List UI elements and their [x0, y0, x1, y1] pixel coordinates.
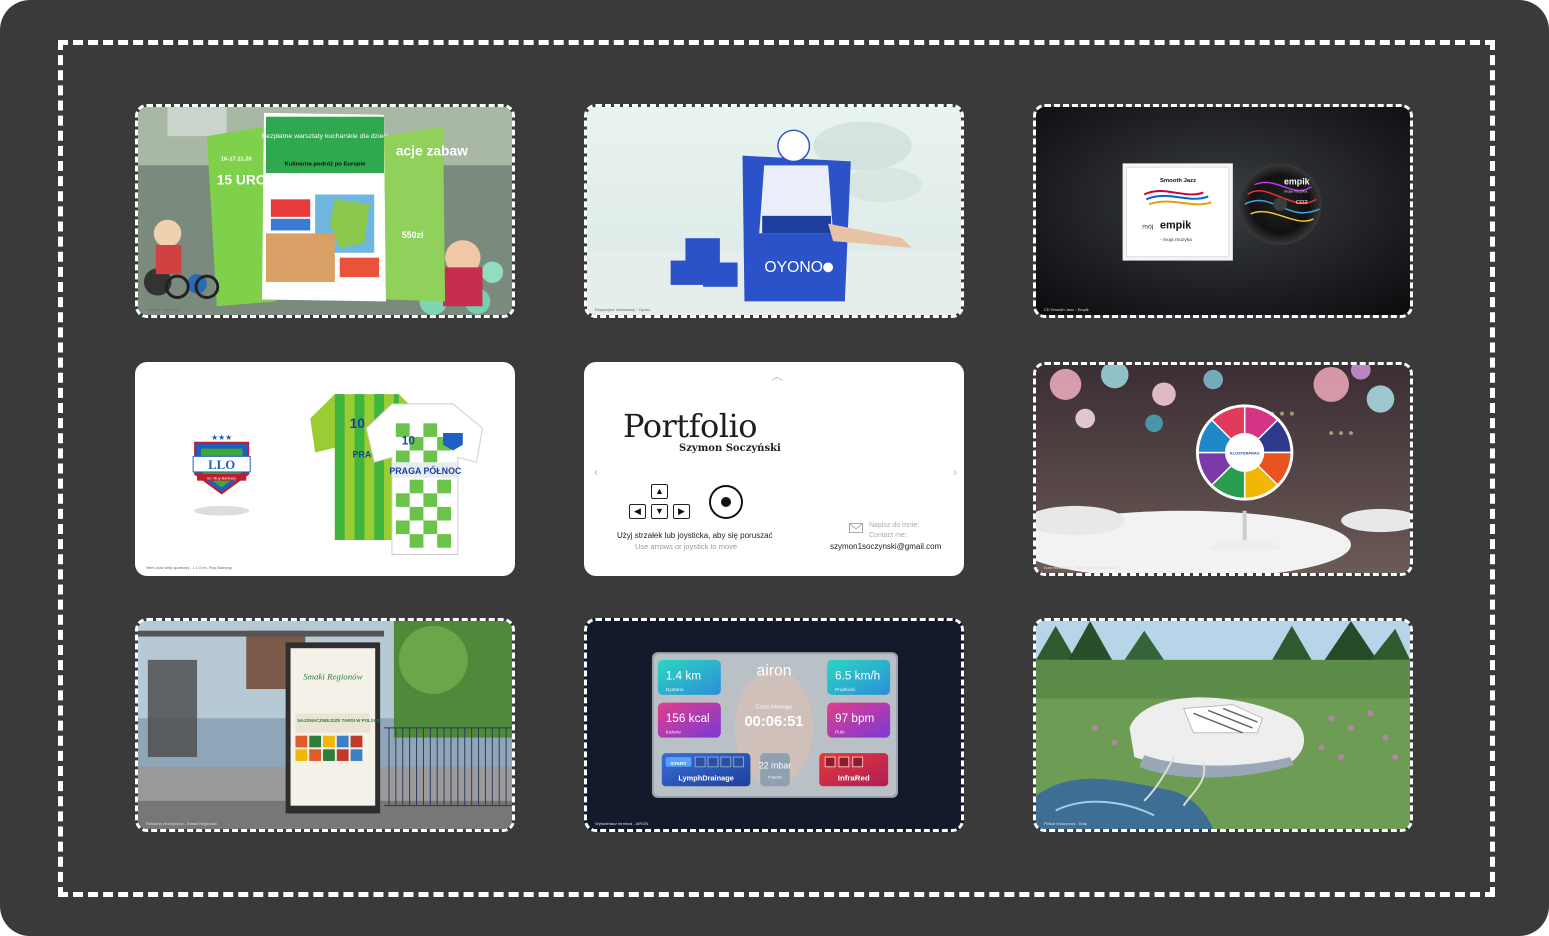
arrow-left-button[interactable]: ◀	[629, 504, 646, 519]
wheel-brand: KLOSTERFRAU	[1230, 450, 1260, 455]
jersey-front-text: PRAGA PÓŁNOC	[389, 465, 462, 476]
contact-label-en: Contact me:	[869, 532, 907, 539]
billboard-title: Smaki Regionów	[303, 671, 362, 681]
portfolio-intro-card[interactable]: ︿ ‹ › Portfolio Szymon Soczyński ▲ ◀ ▼ ▶…	[584, 362, 964, 576]
poster-date-badge: 16-17.11.20	[221, 156, 253, 162]
airon-logo: airon	[757, 663, 792, 680]
portfolio-tile-llo[interactable]: LLO im. Ruy Barbosy ★★★ 10 PRAGA PRAGA P…	[135, 362, 515, 576]
cd-image: Smooth Jazz mój empik - moja muzyka empi…	[1036, 107, 1410, 315]
disc-brand: empik	[1284, 177, 1310, 187]
nav-up-chevron-icon[interactable]: ︿	[771, 367, 783, 384]
tile-caption: Wyświetlacz terminal - AIRON	[595, 821, 649, 826]
distance-label: Dystans	[666, 687, 684, 693]
empik-logo: empik	[1160, 220, 1191, 232]
disc-sub: moja muzyka	[1284, 189, 1308, 194]
tile-caption: Ekspozytor reklamowy - Oyono	[595, 307, 651, 312]
crest-text: LLO	[208, 458, 235, 472]
portfolio-tile-empik[interactable]: Smooth Jazz mój empik - moja muzyka empi…	[1033, 104, 1413, 318]
empik-tagline: - moja muzyka	[1160, 237, 1192, 243]
poster-subtitle: Kulinarna podróż po Europie	[285, 161, 367, 167]
oyono-display-image: OYONO	[587, 107, 961, 315]
speed-value: 6.5 km/h	[835, 669, 880, 682]
jersey-back-number: 10	[350, 416, 366, 431]
crest-jersey-image: LLO im. Ruy Barbosy ★★★ 10 PRAGA PRAGA P…	[138, 365, 512, 573]
empik-prefix: mój	[1142, 224, 1154, 231]
svg-text:★★★: ★★★	[211, 433, 232, 442]
tile-caption: Reklama zewnętrzna - Smaki Regionów	[146, 821, 217, 826]
time-label: Czas treningu	[756, 705, 792, 711]
posters-image: 15 URO 16-17.11.20 Bezpłatne warsztaty k…	[138, 107, 512, 315]
poster-price: 550zł	[402, 230, 424, 240]
kcal-value: 156 kcal	[666, 712, 710, 725]
nav-right-chevron-icon[interactable]: ›	[953, 465, 957, 479]
album-title: Smooth Jazz	[1160, 178, 1196, 184]
contact-email-link[interactable]: szymon1soczynski@gmail.com	[830, 542, 941, 551]
controls-hint-pl: Użyj strzałek lub joysticka, aby się por…	[617, 531, 773, 540]
tile-caption: Plakat reklamowy - Buty	[1044, 821, 1087, 826]
poster-title: Bezpłatne warsztaty kucharskie dla dziec…	[262, 133, 389, 140]
lymph-label: LymphDrainage	[678, 773, 733, 782]
controls-hint-en: Use arrows or joystick to move	[635, 542, 738, 551]
arrow-up-button[interactable]: ▲	[651, 484, 668, 499]
joystick-action-button[interactable]	[709, 485, 743, 519]
portfolio-tile-shoe[interactable]: Plakat reklamowy - Buty	[1033, 618, 1413, 832]
billboard-sub: NAJSMACZNIEJSZE TARGI W POLSCE	[297, 718, 379, 723]
start-label: START	[671, 761, 687, 767]
contact-label-pl: Napisz do mnie:	[869, 522, 920, 529]
speed-label: Prędkość	[835, 687, 856, 693]
tile-caption: Herb oraz strój sportowy - L LO im. Ruy …	[146, 565, 232, 570]
portfolio-tile-wheel[interactable]: KLOSTERFRAU Koło reklamowe - Restauracja…	[1033, 362, 1413, 576]
distance-value: 1.4 km	[666, 669, 701, 682]
contact-label: Napisz do mnie: Contact me:	[869, 521, 919, 541]
billboard-image: Smaki Regionów NAJSMACZNIEJSZE TARGI W P…	[138, 621, 512, 829]
pressure-value: 22 mbar	[759, 761, 792, 771]
disc-label: CD2	[1296, 200, 1308, 206]
pressure-label: Podcisk	[768, 774, 782, 779]
tile-caption: CD Smooth Jazz - Empik	[1044, 307, 1089, 312]
arrow-down-button[interactable]: ▼	[651, 504, 668, 519]
wheel-image: KLOSTERFRAU	[1036, 365, 1410, 573]
time-value: 00:06:51	[744, 714, 803, 730]
poster-big-text: 15 URO	[217, 173, 267, 188]
infrared-label: InfraRed	[838, 773, 870, 782]
portfolio-title: Portfolio	[623, 407, 758, 445]
tile-caption: Koło reklamowe - Restauracja Warszawa	[1044, 565, 1117, 570]
jersey-front-number: 10	[402, 435, 416, 448]
nav-left-chevron-icon[interactable]: ‹	[594, 465, 598, 479]
airon-display-image: 1.4 km Dystans 156 kcal Kalorie 6.5 km/h…	[587, 621, 961, 829]
tile-caption: Plakaty - Inco Play	[146, 307, 180, 312]
arrow-right-button[interactable]: ▶	[673, 504, 690, 519]
shoe-image	[1036, 621, 1410, 829]
mail-icon	[849, 523, 863, 533]
bpm-value: 97 bpm	[835, 712, 874, 725]
portfolio-tile-inco-play[interactable]: 15 URO 16-17.11.20 Bezpłatne warsztaty k…	[135, 104, 515, 318]
portfolio-tile-airon[interactable]: 1.4 km Dystans 156 kcal Kalorie 6.5 km/h…	[584, 618, 964, 832]
board-background: 15 URO 16-17.11.20 Bezpłatne warsztaty k…	[0, 0, 1549, 936]
portfolio-tile-oyono[interactable]: OYONO Ekspozytor reklamowy - Oyono	[584, 104, 964, 318]
kcal-label: Kalorie	[666, 730, 682, 736]
poster-right-text: acje zabaw	[396, 144, 468, 159]
portfolio-tile-billboard[interactable]: Smaki Regionów NAJSMACZNIEJSZE TARGI W P…	[135, 618, 515, 832]
author-name: Szymon Soczyński	[679, 443, 781, 454]
crest-sub: im. Ruy Barbosy	[207, 476, 236, 481]
bpm-label: Puls	[835, 730, 845, 736]
oyono-brand: OYONO	[764, 259, 823, 276]
